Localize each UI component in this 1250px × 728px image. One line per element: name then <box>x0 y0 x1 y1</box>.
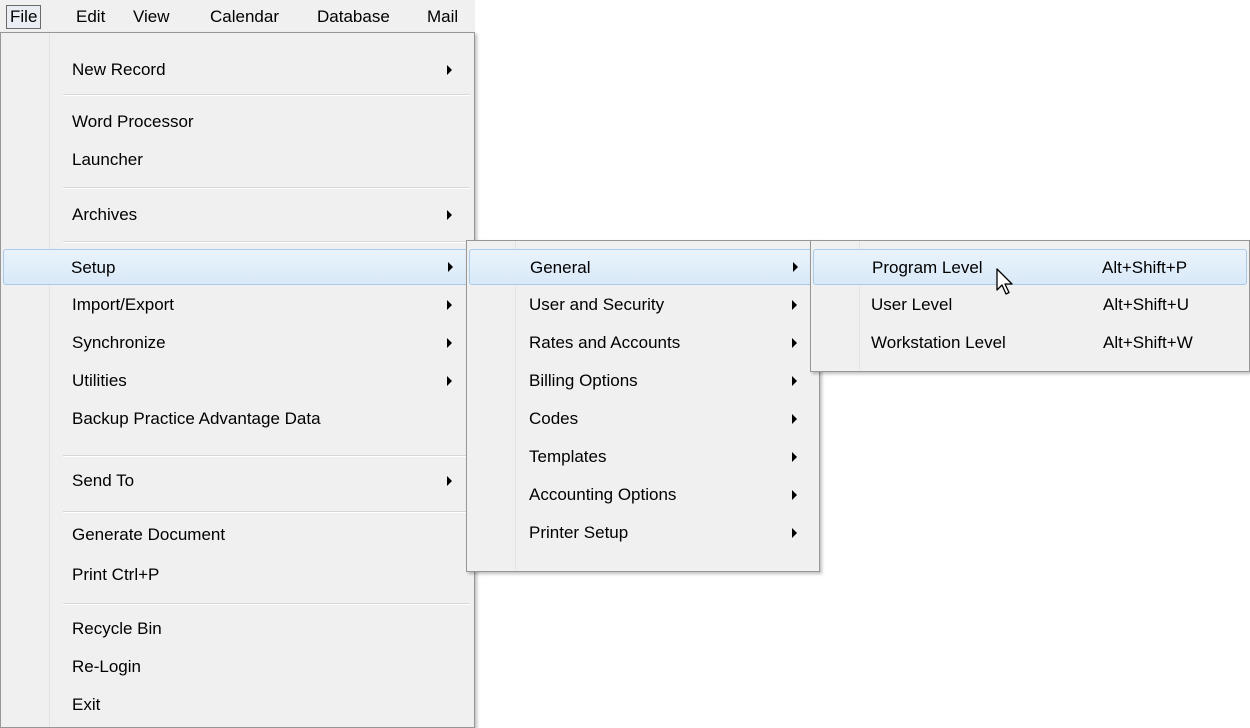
menu-item-label: User and Security <box>529 295 665 314</box>
shortcut-label: Alt+Shift+P <box>1102 258 1188 277</box>
menu-item-printer-setup[interactable]: Printer Setup <box>469 515 817 551</box>
submenu-arrow-icon <box>447 300 452 310</box>
menu-separator <box>63 94 470 96</box>
menu-separator <box>63 187 470 189</box>
submenu-arrow-icon <box>447 476 452 486</box>
menu-calendar[interactable]: Calendar <box>207 6 282 28</box>
menu-item-billing-options[interactable]: Billing Options <box>469 363 817 399</box>
submenu-arrow-icon <box>792 528 797 538</box>
menu-item-archives[interactable]: Archives <box>3 197 472 233</box>
menu-item-templates[interactable]: Templates <box>469 439 817 475</box>
shortcut-label: Alt+Shift+U <box>1103 295 1189 314</box>
menu-mail[interactable]: Mail <box>424 6 461 28</box>
setup-submenu: General User and Security Rates and Acco… <box>466 240 820 572</box>
menu-item-program-level[interactable]: Program Level Alt+Shift+P <box>813 249 1247 285</box>
menu-item-label: User Level <box>871 295 953 314</box>
submenu-arrow-icon <box>792 414 797 424</box>
menu-separator <box>63 455 470 457</box>
submenu-arrow-icon <box>793 262 798 272</box>
menu-item-label: Send To <box>72 471 135 490</box>
menu-view[interactable]: View <box>130 6 173 28</box>
menu-edit[interactable]: Edit <box>73 6 108 28</box>
menu-item-label: Exit <box>72 695 101 714</box>
menu-item-exit[interactable]: Exit <box>3 687 472 723</box>
menu-item-label: Import/Export <box>72 295 175 314</box>
menu-item-label: Utilities <box>72 371 127 390</box>
menu-item-user-level[interactable]: User Level Alt+Shift+U <box>813 287 1247 323</box>
menu-item-user-and-security[interactable]: User and Security <box>469 287 817 323</box>
submenu-arrow-icon <box>447 65 452 75</box>
menu-item-generate-document[interactable]: Generate Document <box>3 517 472 553</box>
menu-item-label: Recycle Bin <box>72 619 162 638</box>
menu-item-backup-data[interactable]: Backup Practice Advantage Data <box>3 401 472 437</box>
menu-item-print[interactable]: Print Ctrl+P <box>3 557 472 593</box>
submenu-arrow-icon <box>447 210 452 220</box>
menu-item-rates-and-accounts[interactable]: Rates and Accounts <box>469 325 817 361</box>
menu-item-launcher[interactable]: Launcher <box>3 142 472 178</box>
general-submenu: Program Level Alt+Shift+P User Level Alt… <box>810 240 1250 372</box>
arrow-cursor-icon <box>996 268 1013 295</box>
menu-item-label: General <box>530 258 591 277</box>
menu-item-general[interactable]: General <box>469 249 817 285</box>
menu-database[interactable]: Database <box>314 6 393 28</box>
menu-item-label: Setup <box>71 258 116 277</box>
menu-item-word-processor[interactable]: Word Processor <box>3 104 472 140</box>
submenu-arrow-icon <box>792 452 797 462</box>
menu-item-import-export[interactable]: Import/Export <box>3 287 472 323</box>
shortcut-label: Alt+Shift+W <box>1103 333 1193 352</box>
menu-separator <box>63 603 470 605</box>
menu-file[interactable]: File <box>6 5 42 29</box>
file-menu: New Record Word Processor Launcher Archi… <box>0 32 475 728</box>
menu-item-synchronize[interactable]: Synchronize <box>3 325 472 361</box>
menu-item-label: Accounting Options <box>529 485 677 504</box>
menu-item-recycle-bin[interactable]: Recycle Bin <box>3 611 472 647</box>
menu-item-label: Archives <box>72 205 138 224</box>
submenu-arrow-icon <box>792 376 797 386</box>
menu-item-label: Synchronize <box>72 333 166 352</box>
menu-item-workstation-level[interactable]: Workstation Level Alt+Shift+W <box>813 325 1247 361</box>
menu-item-label: Re-Login <box>72 657 141 676</box>
menu-item-label: Codes <box>529 409 579 428</box>
submenu-arrow-icon <box>448 262 453 272</box>
menu-item-label: Rates and Accounts <box>529 333 681 352</box>
menu-item-setup[interactable]: Setup <box>3 249 472 285</box>
menu-item-label: Print Ctrl+P <box>72 565 160 584</box>
menu-item-label: Workstation Level <box>871 333 1006 352</box>
submenu-arrow-icon <box>792 300 797 310</box>
menu-item-label: New Record <box>72 60 166 79</box>
menu-item-label: Launcher <box>72 150 143 169</box>
menu-bar: File Edit View Calendar Database Mail <box>0 0 475 33</box>
menu-item-utilities[interactable]: Utilities <box>3 363 472 399</box>
menu-item-label: Generate Document <box>72 525 226 544</box>
menu-item-accounting-options[interactable]: Accounting Options <box>469 477 817 513</box>
menu-item-label: Backup Practice Advantage Data <box>72 409 321 428</box>
menu-item-label: Templates <box>529 447 607 466</box>
menu-item-send-to[interactable]: Send To <box>3 463 472 499</box>
menu-item-re-login[interactable]: Re-Login <box>3 649 472 685</box>
menu-item-label: Billing Options <box>529 371 638 390</box>
menu-item-new-record[interactable]: New Record <box>3 52 472 88</box>
menu-item-label: Word Processor <box>72 112 194 131</box>
submenu-arrow-icon <box>447 376 452 386</box>
menu-item-label: Printer Setup <box>529 523 629 542</box>
submenu-arrow-icon <box>447 338 452 348</box>
menu-separator <box>63 511 470 513</box>
submenu-arrow-icon <box>792 490 797 500</box>
menu-item-codes[interactable]: Codes <box>469 401 817 437</box>
submenu-arrow-icon <box>792 338 797 348</box>
menu-separator <box>63 241 470 243</box>
menu-item-label: Program Level <box>872 258 983 277</box>
